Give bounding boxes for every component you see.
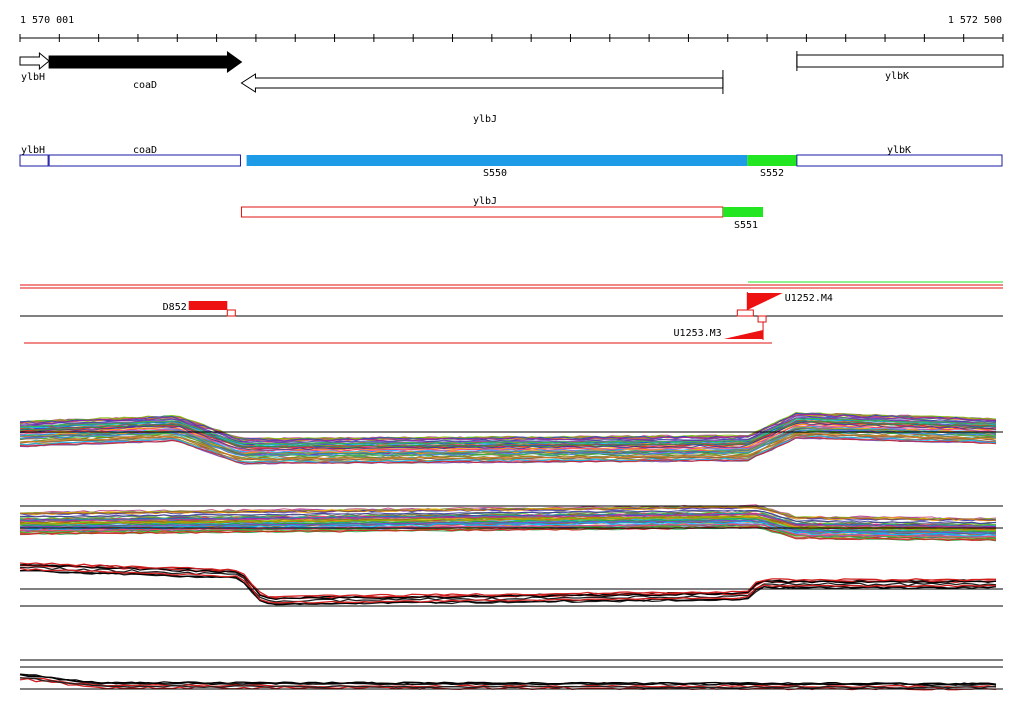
segment-block (246, 155, 748, 166)
gene-label: coaD (133, 80, 157, 91)
feature-label: D852 (163, 302, 187, 313)
segment-label: S552 (760, 168, 784, 179)
gene-arrow (48, 51, 243, 73)
segment-box (19, 154, 49, 167)
genome-plot: 1 570 001 1 572 500 ylbH coaD ylbJ ylbK ylb… (19, 15, 1004, 691)
gene-arrow (240, 73, 724, 93)
gene-track: ylbH coaD ylbJ ylbK (19, 51, 1004, 125)
segment-label: S550 (483, 168, 507, 179)
segment-box (48, 154, 241, 167)
segment-track-2: ylbJ S551 (240, 196, 764, 231)
feature-marker (757, 315, 767, 323)
expression-series-line (19, 567, 997, 604)
segment-box (796, 154, 1003, 167)
feature-marker (736, 309, 754, 317)
ruler-end-label: 1 572 500 (948, 15, 1002, 26)
segment-track: ylbH coaD S550 S552 ylbK (19, 145, 1003, 179)
segment-box (240, 206, 724, 218)
feature-label: U1252.M4 (785, 293, 833, 304)
feature-track: D852 U1252.M4 U1253.M3 (20, 281, 1003, 344)
gene-arrow (796, 54, 1004, 68)
segment-label: coaD (133, 145, 157, 156)
segment-label: ylbK (887, 145, 911, 156)
feature-flag (723, 330, 764, 339)
ruler-axis (19, 34, 1004, 42)
gene-label: ylbH (21, 72, 45, 83)
segment-block (747, 155, 797, 166)
gene-label: ylbJ (473, 114, 497, 125)
feature-marker (226, 309, 236, 317)
segment-label: S551 (734, 220, 758, 231)
expression-panels (19, 412, 1003, 691)
segment-label: ylbH (21, 145, 45, 156)
segment-block (722, 207, 764, 217)
feature-flag (747, 293, 783, 310)
gene-label: ylbK (885, 71, 909, 82)
feature-block (188, 301, 228, 310)
segment-label: ylbJ (473, 196, 497, 207)
feature-label: U1253.M3 (674, 328, 722, 339)
genome-browser: 1 570 001 1 572 500 ylbH coaD ylbJ ylbK ylb… (0, 0, 1024, 714)
ruler-start-label: 1 570 001 (20, 15, 74, 26)
expression-series-line (19, 562, 997, 598)
gene-arrow (19, 51, 50, 71)
